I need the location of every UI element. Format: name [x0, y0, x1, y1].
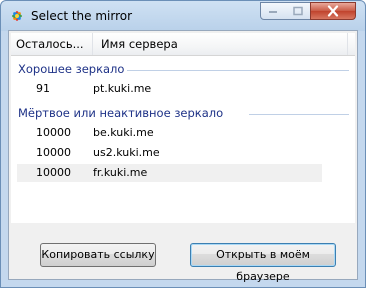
remaining-value: 91 — [36, 82, 50, 95]
minimize-icon — [269, 11, 277, 13]
list-item[interactable]: 10000 be.kuki.me — [17, 124, 322, 142]
server-name: us2.kuki.me — [93, 146, 160, 159]
title-bar[interactable]: Select the mirror — [1, 1, 365, 29]
close-button[interactable] — [310, 2, 356, 20]
window-title: Select the mirror — [31, 9, 133, 23]
remaining-value: 10000 — [36, 146, 71, 159]
column-header-server-name[interactable]: Имя сервера — [93, 33, 348, 55]
mirror-dialog-window: Select the mirror Осталось... Имя сервер… — [0, 0, 366, 288]
list-item[interactable]: 10000 us2.kuki.me — [17, 144, 322, 162]
server-name: fr.kuki.me — [93, 166, 148, 179]
maximize-button[interactable] — [285, 2, 311, 20]
mirror-list[interactable]: Осталось... Имя сервера Хорошее зеркало … — [11, 33, 355, 223]
group-header-good-mirror: Хорошее зеркало — [18, 62, 125, 76]
close-icon — [327, 5, 339, 17]
list-item[interactable]: 91 pt.kuki.me — [17, 80, 322, 98]
column-header-remaining[interactable]: Осталось... — [11, 33, 93, 55]
server-name: be.kuki.me — [93, 126, 154, 139]
group-divider — [127, 70, 349, 71]
app-flower-icon — [12, 11, 22, 21]
list-item-selected[interactable]: 10000 fr.kuki.me — [17, 164, 322, 182]
list-header: Осталось... Имя сервера — [11, 33, 355, 56]
dialog-client-area: Осталось... Имя сервера Хорошее зеркало … — [8, 30, 358, 283]
group-divider — [249, 114, 349, 115]
remaining-value: 10000 — [36, 166, 71, 179]
remaining-value: 10000 — [36, 126, 71, 139]
open-in-browser-button[interactable]: Открыть в моём браузере — [190, 243, 336, 283]
copy-link-button[interactable]: Копировать ссылку — [40, 243, 156, 267]
group-header-dead-mirror: Мёртвое или неактивное зеркало — [18, 106, 224, 120]
server-name: pt.kuki.me — [93, 82, 152, 95]
maximize-icon — [292, 6, 303, 16]
minimize-button[interactable] — [260, 2, 286, 20]
